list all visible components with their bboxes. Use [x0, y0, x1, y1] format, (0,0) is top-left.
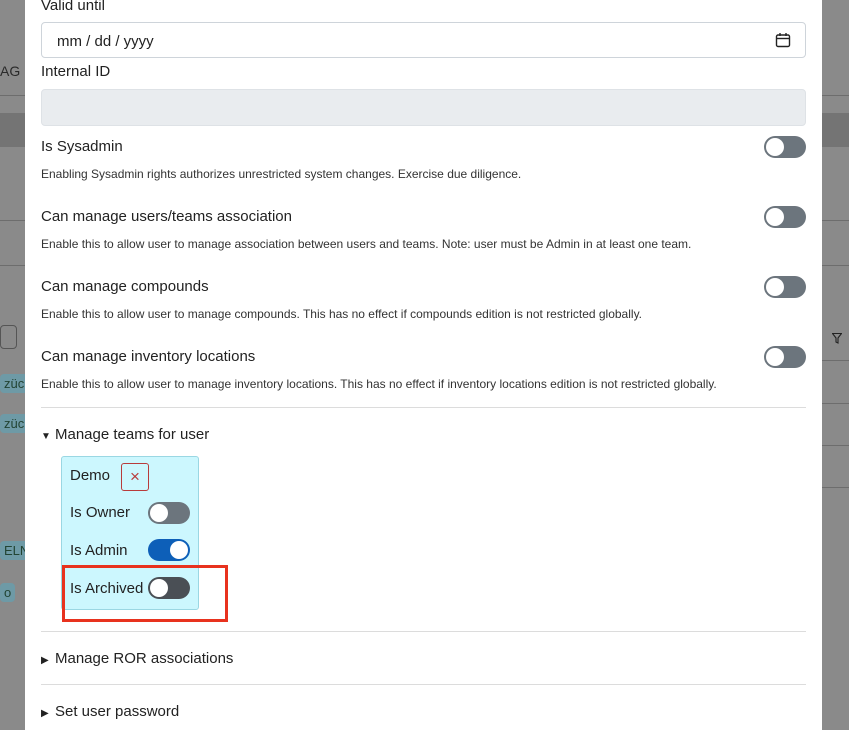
is-owner-label: Is Owner	[70, 504, 131, 521]
caret-right-icon: ▶	[41, 655, 49, 666]
section-divider	[41, 407, 806, 408]
section-divider	[41, 684, 806, 685]
background-divider	[822, 487, 849, 488]
background-divider	[822, 403, 849, 404]
permission-help: Enabling Sysadmin rights authorizes unre…	[41, 167, 522, 181]
close-icon: ×	[130, 467, 140, 486]
background-input	[0, 325, 17, 349]
permission-help: Enable this to allow user to manage inve…	[41, 377, 717, 391]
filter-icon	[831, 331, 843, 349]
is-admin-toggle[interactable]	[148, 539, 190, 561]
manage-teams-label: Manage teams for user	[55, 426, 210, 443]
permission-help: Enable this to allow user to manage comp…	[41, 307, 643, 321]
valid-until-label: Valid until	[41, 0, 105, 14]
compounds-toggle[interactable]	[764, 276, 806, 298]
is-admin-label: Is Admin	[70, 542, 128, 559]
set-password-label: Set user password	[55, 703, 180, 720]
valid-until-placeholder: mm / dd / yyyy	[57, 33, 154, 50]
annotation-highlight-box	[62, 565, 228, 622]
permission-label: Can manage inventory locations	[41, 348, 256, 365]
permission-label: Is Sysadmin	[41, 138, 123, 155]
manage-ror-label: Manage ROR associations	[55, 650, 234, 667]
background-divider	[822, 220, 849, 221]
background-divider	[0, 265, 25, 266]
valid-until-date-input[interactable]: mm / dd / yyyy	[41, 22, 806, 58]
background-page	[0, 0, 25, 730]
background-pill: züc	[0, 374, 29, 393]
background-divider	[0, 95, 25, 96]
set-password-summary[interactable]: ▶ Set user password	[41, 703, 179, 720]
permission-help: Enable this to allow user to manage asso…	[41, 237, 692, 251]
calendar-icon[interactable]	[775, 32, 791, 53]
edit-user-modal: Valid until mm / dd / yyyy Internal ID I…	[25, 0, 822, 730]
remove-team-button[interactable]: ×	[121, 463, 149, 491]
background-divider	[822, 360, 849, 361]
background-header-band	[0, 113, 25, 147]
section-divider	[41, 631, 806, 632]
background-divider	[822, 265, 849, 266]
inventory-toggle[interactable]	[764, 346, 806, 368]
background-pill: züc	[0, 414, 29, 433]
sysadmin-toggle[interactable]	[764, 136, 806, 158]
is-owner-toggle[interactable]	[148, 502, 190, 524]
caret-down-icon: ▼	[41, 431, 51, 442]
background-divider	[822, 445, 849, 446]
manage-teams-summary[interactable]: ▼ Manage teams for user	[41, 426, 209, 443]
permission-label: Can manage compounds	[41, 278, 209, 295]
team-name: Demo	[70, 467, 111, 484]
background-divider	[822, 95, 849, 96]
background-page-right	[822, 0, 849, 730]
background-header-band	[822, 113, 849, 147]
background-pill: o	[0, 583, 16, 602]
internal-id-input	[41, 89, 806, 126]
permission-label: Can manage users/teams association	[41, 208, 292, 225]
manage-ror-summary[interactable]: ▶ Manage ROR associations	[41, 650, 233, 667]
internal-id-label: Internal ID	[41, 63, 111, 80]
caret-right-icon: ▶	[41, 708, 49, 719]
users-teams-toggle[interactable]	[764, 206, 806, 228]
background-divider	[0, 220, 25, 221]
